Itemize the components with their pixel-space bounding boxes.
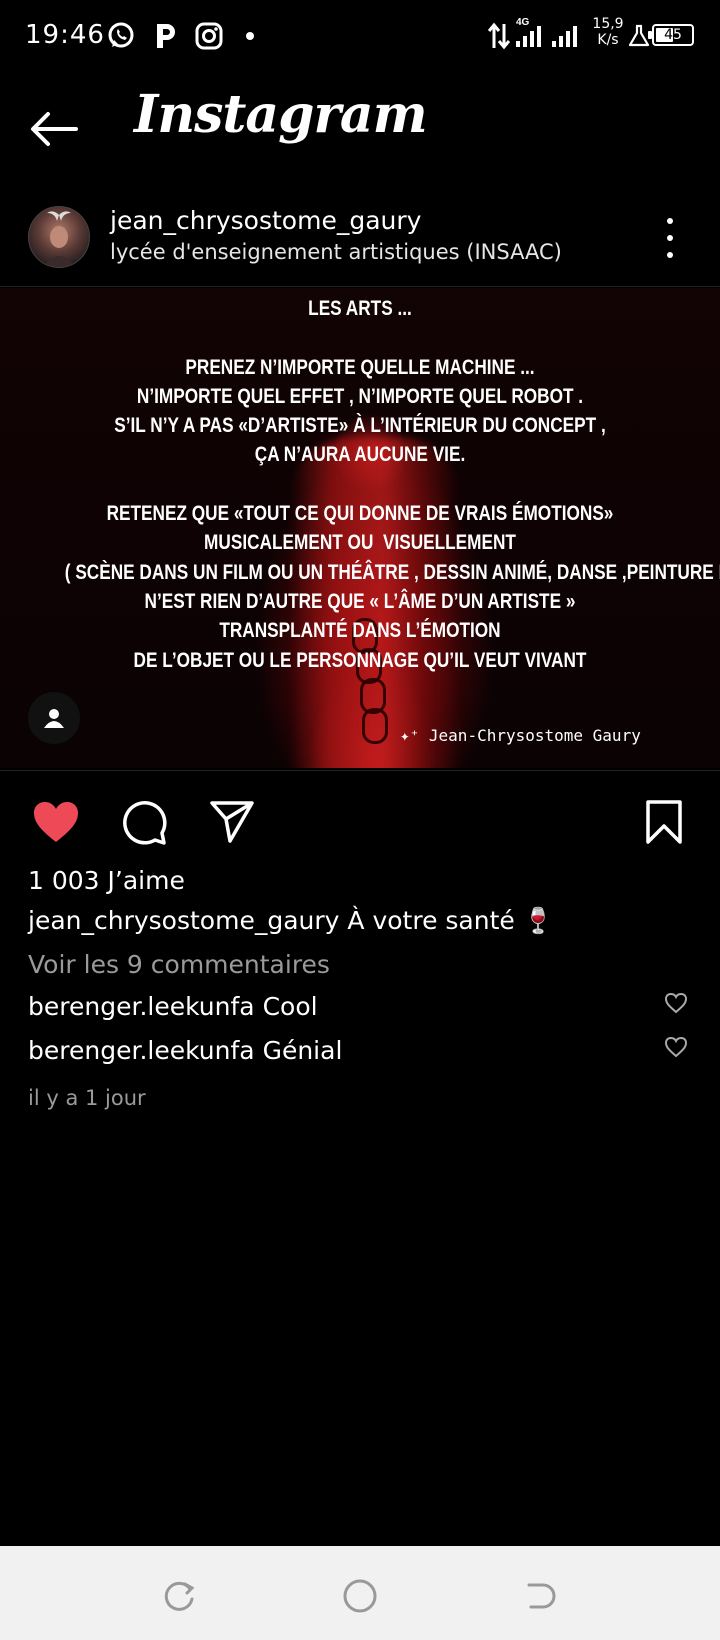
home-circle-icon	[343, 1579, 377, 1613]
heart-outline-icon	[664, 1036, 688, 1058]
kebab-icon	[667, 218, 673, 224]
comment-text: Génial	[262, 1036, 343, 1065]
instagram-status-icon	[193, 20, 225, 52]
chain-link	[362, 708, 388, 744]
more-options-button[interactable]	[660, 218, 680, 258]
recent-apps-icon	[164, 1581, 195, 1611]
back-curve-icon	[527, 1583, 556, 1609]
watermark-text: Jean-Chrysostome Gaury	[428, 726, 641, 745]
caption-text: À votre santé 🍷	[347, 906, 554, 935]
status-time: 19:46	[25, 20, 105, 50]
cell-signal-icon: 4G	[514, 16, 584, 48]
post-caption: jean_chrysostome_gaury À votre santé 🍷	[28, 906, 554, 936]
back-button[interactable]	[30, 104, 86, 154]
parking-app-icon	[152, 20, 180, 52]
bookmark-icon	[646, 800, 682, 844]
sparkle-icon: ✦⁺	[400, 726, 420, 745]
arrow-left-icon	[31, 112, 78, 146]
recent-apps-button[interactable]	[158, 1574, 202, 1618]
data-transfer-icon	[486, 20, 512, 52]
likes-count[interactable]: 1 003 J’aime	[28, 866, 185, 895]
speed-value: 15,9	[592, 16, 624, 32]
post-location[interactable]: lycée d'enseignement artistiques (INSAAC…	[110, 240, 562, 264]
share-button[interactable]	[204, 794, 260, 850]
kebab-dot	[667, 235, 673, 241]
divider	[0, 286, 720, 287]
post-timestamp: il y a 1 jour	[28, 1086, 146, 1110]
battery-icon: 45	[648, 24, 694, 46]
network-speed: 15,9 K/s	[590, 16, 626, 48]
comment-like-button[interactable]	[664, 992, 690, 1016]
comment-text: Cool	[262, 992, 318, 1021]
notification-dot-icon	[246, 32, 254, 40]
avatar[interactable]	[28, 206, 90, 268]
divider	[0, 770, 720, 771]
person-icon	[44, 709, 64, 728]
heart-outline-icon	[664, 992, 688, 1014]
comment-username[interactable]: berenger.leekunfa	[28, 1036, 255, 1065]
comment-username[interactable]: berenger.leekunfa	[28, 992, 255, 1021]
system-back-button[interactable]	[518, 1574, 562, 1618]
home-button[interactable]	[338, 1574, 382, 1618]
tagged-people-button[interactable]	[28, 692, 80, 744]
speed-unit: K/s	[597, 32, 619, 48]
heart-filled-icon	[34, 802, 78, 842]
image-watermark: ✦⁺ Jean-Chrysostome Gaury	[400, 726, 641, 745]
battery-level: 45	[664, 27, 682, 43]
caption-username[interactable]: jean_chrysostome_gaury	[28, 906, 339, 935]
comment-like-button[interactable]	[664, 1036, 690, 1060]
whatsapp-icon	[104, 20, 138, 52]
comment-button[interactable]	[116, 794, 172, 850]
post-image[interactable]: LES ARTS ... PRENEZ N’IMPORTE QUELLE MAC…	[0, 288, 720, 768]
like-button[interactable]	[28, 794, 84, 850]
paper-plane-icon	[210, 801, 254, 843]
view-comments-link[interactable]: Voir les 9 commentaires	[28, 950, 330, 979]
comment: berenger.leekunfa Cool	[28, 992, 318, 1021]
app-title: Instagram	[134, 84, 428, 145]
comment-bubble-icon	[123, 801, 167, 845]
comment: berenger.leekunfa Génial	[28, 1036, 342, 1065]
kebab-dot	[667, 252, 673, 258]
post-username[interactable]: jean_chrysostome_gaury	[110, 206, 421, 235]
save-button[interactable]	[636, 794, 692, 850]
network-type-label: 4G	[516, 17, 530, 28]
post-image-text: LES ARTS ... PRENEZ N’IMPORTE QUELLE MAC…	[64, 297, 720, 672]
